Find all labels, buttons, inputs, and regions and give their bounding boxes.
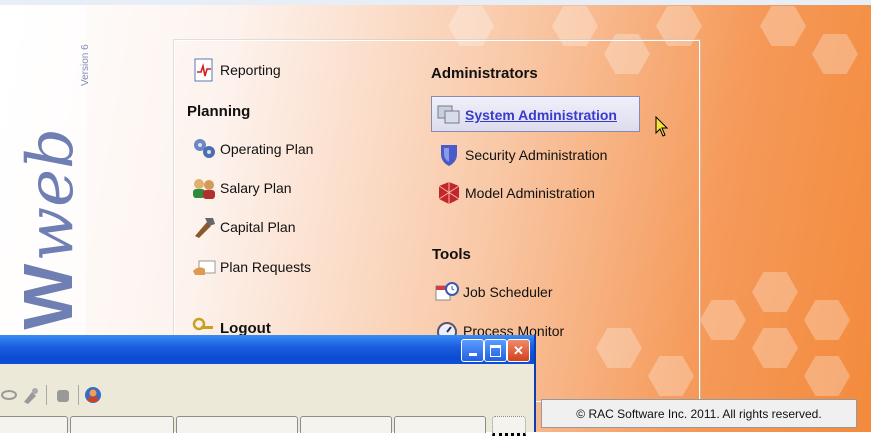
menu-capital-plan-label: Capital Plan [220, 219, 296, 235]
menu-operating-plan-label: Operating Plan [220, 141, 314, 157]
menubar-area [0, 364, 532, 383]
logo-web: web [14, 127, 88, 262]
menu-security-administration-label: Security Administration [465, 147, 608, 163]
window-tab[interactable] [0, 416, 68, 433]
toolbar-link-icon[interactable] [0, 386, 18, 404]
menu-capital-plan[interactable]: Capital Plan [190, 215, 296, 239]
menu-model-administration[interactable]: Model Administration [435, 181, 595, 205]
menu-job-scheduler[interactable]: Job Scheduler [433, 280, 553, 304]
menu-reporting-label: Reporting [220, 62, 281, 78]
menu-system-administration-label: System Administration [465, 107, 617, 123]
minimize-button[interactable] [461, 339, 484, 362]
operating-plan-icon [190, 137, 218, 161]
menu-plan-requests[interactable]: Plan Requests [190, 255, 311, 279]
menu-reporting[interactable]: Reporting [190, 58, 281, 82]
calendar-clock-icon [433, 280, 461, 304]
toolbar-separator [46, 385, 47, 405]
mouse-cursor [655, 115, 669, 143]
maximize-icon [490, 344, 501, 357]
window-tab-overflow[interactable] [492, 416, 526, 436]
tools-heading: Tools [432, 246, 471, 263]
toolbar-separator [78, 385, 79, 405]
salary-plan-icon [190, 176, 218, 200]
capital-plan-icon [190, 215, 218, 239]
copyright-footer: © RAC Software Inc. 2011. All rights res… [541, 399, 857, 428]
model-icon [435, 181, 463, 205]
menu-salary-plan[interactable]: Salary Plan [190, 176, 292, 200]
close-button[interactable]: ✕ [507, 339, 530, 362]
window-tab[interactable] [300, 416, 392, 433]
window-tabs [0, 414, 532, 436]
maximize-button[interactable] [484, 339, 507, 362]
menu-system-administration[interactable]: System Administration [435, 103, 617, 127]
menu-salary-plan-label: Salary Plan [220, 180, 292, 196]
window-toolbar [0, 382, 532, 408]
logo-version: Version 6 [80, 44, 91, 86]
administrators-heading: Administrators [431, 65, 538, 82]
top-border [0, 0, 871, 5]
toolbar-user-icon[interactable] [84, 386, 102, 404]
overlapping-window: ✕ [0, 335, 536, 436]
window-titlebar[interactable]: ✕ [0, 335, 534, 364]
menu-model-administration-label: Model Administration [465, 185, 595, 201]
toolbar-tools-icon[interactable] [22, 386, 40, 404]
menu-security-administration[interactable]: Security Administration [435, 143, 607, 167]
system-admin-icon [435, 103, 463, 127]
menu-logout-label: Logout [220, 319, 271, 337]
minimize-icon [468, 353, 477, 356]
menu-plan-requests-label: Plan Requests [220, 259, 312, 275]
close-icon: ✕ [513, 342, 524, 358]
reporting-icon [190, 58, 218, 82]
menu-operating-plan[interactable]: Operating Plan [190, 137, 313, 161]
shield-icon [435, 143, 463, 167]
plan-requests-icon [190, 255, 218, 279]
window-tab[interactable] [70, 416, 174, 433]
planning-heading: Planning [187, 103, 251, 120]
window-tab[interactable] [176, 416, 298, 433]
menu-job-scheduler-label: Job Scheduler [463, 284, 553, 300]
toolbar-hand-icon[interactable] [54, 386, 72, 404]
window-tab[interactable] [394, 416, 486, 433]
